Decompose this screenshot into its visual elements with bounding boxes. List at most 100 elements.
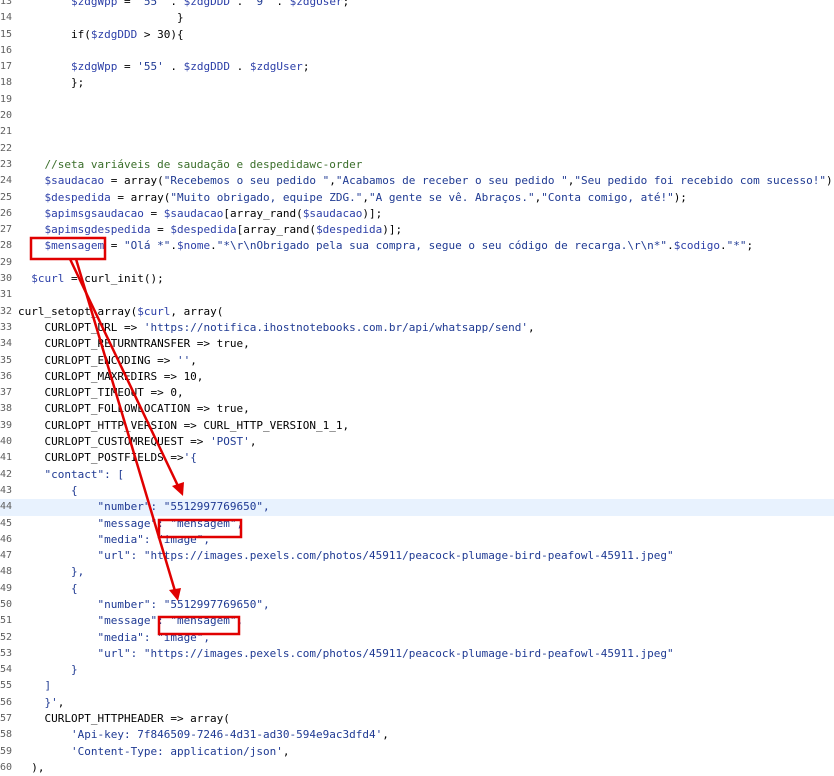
line-number: 26 <box>0 206 12 222</box>
code-token: '' <box>176 353 191 367</box>
code-text: CURLOPT_HTTP_VERSION => CURL_HTTP_VERSIO… <box>18 418 349 434</box>
code-text: "message": "mensagem", <box>18 613 243 629</box>
code-line[interactable]: 16 <box>0 43 834 59</box>
code-line[interactable]: 39 CURLOPT_HTTP_VERSION => CURL_HTTP_VER… <box>0 418 834 434</box>
code-token: $saudacao <box>44 174 105 188</box>
code-text: } <box>18 662 78 678</box>
code-line[interactable]: 17 $zdgWpp = '55' . $zdgDDD . $zdgUser; <box>0 59 834 75</box>
line-number-text: 15 <box>0 28 12 40</box>
code-line[interactable]: 59 'Content-Type: application/json', <box>0 744 834 760</box>
code-line[interactable]: 27 $apimsgdespedida = $despedida[array_r… <box>0 222 834 238</box>
code-line[interactable]: 26 $apimsgsaudacao = $saudacao[array_ran… <box>0 206 834 222</box>
line-number-text: 26 <box>0 207 12 219</box>
code-line[interactable]: 43 { <box>0 483 834 499</box>
code-line[interactable]: 51 "message": "mensagem", <box>0 613 834 629</box>
code-line[interactable]: 42 "contact": [ <box>0 467 834 483</box>
line-number-text: 18 <box>0 77 12 89</box>
code-token: //seta variáveis de saudação e despedida… <box>44 157 363 171</box>
code-token: . <box>229 60 250 74</box>
code-line[interactable]: 13 $zdgWpp = '55' . $zdgDDD . '9' . $zdg… <box>0 0 834 10</box>
code-line[interactable]: 48 }, <box>0 564 834 580</box>
line-number: 23 <box>0 157 12 173</box>
code-line[interactable]: 56 }', <box>0 695 834 711</box>
code-token: $zdgWpp <box>70 60 118 74</box>
line-number: 58 <box>0 727 12 743</box>
line-number: 27 <box>0 222 12 238</box>
code-text: $apimsgdespedida = $despedida[array_rand… <box>18 222 403 238</box>
code-line[interactable]: 60 ), <box>0 760 834 776</box>
code-token: )]; <box>382 223 403 237</box>
line-number-text: 56 <box>0 696 12 708</box>
code-token: ), <box>18 760 45 774</box>
line-number: 46 <box>0 532 12 548</box>
code-token: { <box>18 581 78 595</box>
code-line[interactable]: 25 $despedida = array("Muito obrigado, e… <box>0 190 834 206</box>
code-line[interactable]: 21 <box>0 124 834 140</box>
line-number: 37 <box>0 385 12 401</box>
code-line[interactable]: 24 $saudacao = array("Recebemos o seu pe… <box>0 173 834 189</box>
code-text: curl_setopt_array($curl, array( <box>18 304 223 320</box>
code-line[interactable]: 47 "url": "https://images.pexels.com/pho… <box>0 548 834 564</box>
code-token: '55' <box>137 0 164 8</box>
line-number: 48 <box>0 564 12 580</box>
line-number-text: 45 <box>0 517 12 529</box>
line-number-text: 41 <box>0 452 12 464</box>
line-number-text: 51 <box>0 615 12 627</box>
code-line[interactable]: 58 'Api-key: 7f846509-7246-4d31-ad30-594… <box>0 727 834 743</box>
line-number-text: 47 <box>0 550 12 562</box>
code-line[interactable]: 44 "number": "5512997769650", <box>0 499 834 516</box>
code-line[interactable]: 34 CURLOPT_RETURNTRANSFER => true, <box>0 336 834 352</box>
line-number: 17 <box>0 59 12 75</box>
code-line[interactable]: 46 "media": "image", <box>0 532 834 548</box>
code-line[interactable]: 20 <box>0 108 834 124</box>
code-line[interactable]: 30 $curl = curl_init(); <box>0 271 834 287</box>
code-line[interactable]: 36 CURLOPT_MAXREDIRS => 10, <box>0 369 834 385</box>
code-token: if( <box>18 27 91 41</box>
code-token: CURLOPT_CUSTOMREQUEST => <box>18 435 211 449</box>
code-line[interactable]: 23 //seta variáveis de saudação e desped… <box>0 157 834 173</box>
code-line[interactable]: 45 "message": "mensagem", <box>0 516 834 532</box>
line-number-text: 33 <box>0 321 12 333</box>
code-token: ); <box>673 190 687 204</box>
code-line[interactable]: 14 } <box>0 10 834 26</box>
code-line[interactable]: 35 CURLOPT_ENCODING => '', <box>0 353 834 369</box>
code-line[interactable]: 32 curl_setopt_array($curl, array( <box>0 304 834 320</box>
line-number: 54 <box>0 662 12 678</box>
code-line[interactable]: 52 "media": "image", <box>0 630 834 646</box>
code-editor[interactable]: 13 $zdgWpp = '55' . $zdgDDD . '9' . $zdg… <box>0 0 834 776</box>
code-line[interactable]: 29 <box>0 255 834 271</box>
code-line[interactable]: 19 <box>0 92 834 108</box>
code-line[interactable]: 38 CURLOPT_FOLLOWLOCATION => true, <box>0 401 834 417</box>
code-line[interactable]: 37 CURLOPT_TIMEOUT => 0, <box>0 385 834 401</box>
line-number-text: 25 <box>0 191 12 203</box>
code-token: 'Content-Type: application/json' <box>70 744 283 758</box>
line-number: 42 <box>0 467 12 483</box>
code-line[interactable]: 18 }; <box>0 75 834 91</box>
line-number: 59 <box>0 744 12 760</box>
code-line[interactable]: 57 CURLOPT_HTTPHEADER => array( <box>0 711 834 727</box>
code-line[interactable]: 31 <box>0 287 834 303</box>
code-line[interactable]: 54 } <box>0 662 834 678</box>
code-line[interactable]: 50 "number": "5512997769650", <box>0 597 834 613</box>
code-text: CURLOPT_TIMEOUT => 0, <box>18 385 183 401</box>
code-line[interactable]: 22 <box>0 141 834 157</box>
code-token: $nome <box>176 239 211 253</box>
code-line[interactable]: 41 CURLOPT_POSTFIELDS =>'{ <box>0 450 834 466</box>
code-token: ] <box>18 679 52 693</box>
code-line[interactable]: 55 ] <box>0 678 834 694</box>
code-token: "Acabamos de receber o seu pedido " <box>335 174 568 188</box>
code-token: , <box>382 728 389 742</box>
code-line[interactable]: 28 $mensagem = "Olá *".$nome."*\r\nObrig… <box>0 238 834 254</box>
code-line[interactable]: 53 "url": "https://images.pexels.com/pho… <box>0 646 834 662</box>
code-token: = array( <box>104 174 164 188</box>
code-line[interactable]: 15 if($zdgDDD > 30){ <box>0 27 834 43</box>
code-text: "number": "5512997769650", <box>18 499 269 515</box>
code-token: }' <box>18 695 58 709</box>
code-line[interactable]: 33 CURLOPT_URL => 'https://notifica.ihos… <box>0 320 834 336</box>
code-token: ; <box>342 0 350 8</box>
code-line[interactable]: 40 CURLOPT_CUSTOMREQUEST => 'POST', <box>0 434 834 450</box>
code-token: $zdgUser <box>289 0 343 8</box>
code-text: $saudacao = array("Recebemos o seu pedid… <box>18 173 834 189</box>
code-line[interactable]: 49 { <box>0 581 834 597</box>
